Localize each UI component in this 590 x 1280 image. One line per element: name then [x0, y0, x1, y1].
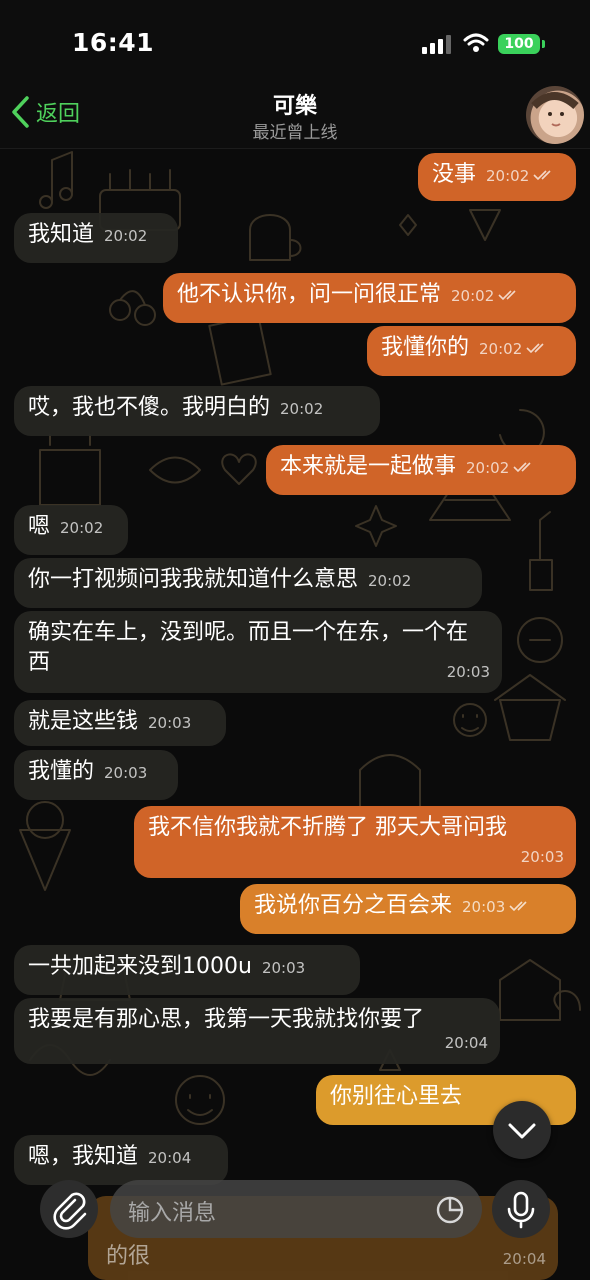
read-check-icon: [526, 343, 544, 354]
read-check-icon: [498, 290, 516, 301]
incoming-message[interactable]: 就是这些钱 20:03: [14, 700, 226, 746]
voice-record-button[interactable]: [492, 1180, 550, 1238]
incoming-message[interactable]: 我知道 20:02: [14, 213, 178, 263]
clock: 16:41: [72, 28, 155, 57]
incoming-message[interactable]: 我要是有那心思，我第一天我就找你要了 20:04: [14, 998, 500, 1064]
message-text: 我说你百分之百会来: [254, 893, 453, 918]
read-check-icon: [513, 462, 531, 473]
message-input-placeholder: 输入消息: [128, 1201, 217, 1226]
message-time: 20:02: [466, 459, 510, 477]
message-text: 嗯: [28, 514, 51, 539]
message-text: 你别往心里去: [330, 1084, 463, 1109]
message-text: 一共加起来没到1000u: [28, 954, 252, 979]
outgoing-message[interactable]: 他不认识你，问一问很正常 20:02: [163, 273, 576, 323]
message-text: 确实在车上，没到呢。而且一个在东，一个在西: [28, 620, 469, 675]
contact-name[interactable]: 可樂: [0, 88, 590, 120]
incoming-message[interactable]: 哎，我也不傻。我明白的 20:02: [14, 386, 380, 436]
signal-icon: [422, 35, 451, 54]
message-text: 本来就是一起做事: [280, 454, 457, 479]
message-time: 20:04: [444, 1034, 488, 1052]
incoming-message[interactable]: 你一打视频问我我就知道什么意思 20:02: [14, 558, 482, 608]
chevron-down-icon: [508, 1123, 536, 1139]
message-time: 20:02: [60, 519, 104, 537]
last-seen-status: 最近曾上线: [252, 123, 338, 143]
message-time: 20:02: [479, 340, 523, 358]
message-time: 20:03: [446, 663, 490, 681]
sticker-icon[interactable]: [434, 1194, 466, 1226]
incoming-message[interactable]: 我懂的 20:03: [14, 750, 178, 800]
message-time: 20:02: [486, 167, 530, 185]
message-text: 他不认识你，问一问很正常: [177, 282, 442, 307]
outgoing-message[interactable]: 我懂你的 20:02: [367, 326, 576, 376]
message-text: 没事: [432, 162, 477, 187]
message-time: 20:03: [520, 848, 564, 866]
message-time: 20:02: [451, 287, 495, 305]
incoming-message[interactable]: 确实在车上，没到呢。而且一个在东，一个在西 20:03: [14, 611, 502, 693]
message-list[interactable]: 没事 20:02 我知道 20:02 他不认识你，问一问很正常 20:02 我懂你的 2…: [0, 0, 590, 1280]
message-time: 20:02: [280, 400, 324, 418]
attach-button[interactable]: [40, 1180, 98, 1238]
message-text: 嗯，我知道: [28, 1144, 139, 1169]
battery-indicator: 100: [498, 34, 545, 54]
incoming-message[interactable]: 嗯 20:02: [14, 505, 128, 555]
chat-header: 返回 可樂 最近曾上线: [0, 80, 590, 149]
message-time: 20:03: [462, 898, 506, 916]
message-text: 我要是有那心思，我第一天我就找你要了: [28, 1007, 425, 1032]
message-time: 20:02: [104, 227, 148, 245]
avatar-face-icon: [531, 92, 579, 127]
message-text: 就是这些钱: [28, 709, 139, 734]
message-text: 我懂的: [28, 759, 95, 784]
message-time: 20:03: [261, 959, 306, 977]
read-check-icon: [533, 170, 551, 181]
message-time: 20:03: [148, 714, 192, 732]
message-input[interactable]: 输入消息: [110, 1180, 482, 1238]
contact-avatar[interactable]: [526, 86, 584, 144]
paperclip-icon: [53, 1192, 87, 1230]
status-bar: 16:41 100: [0, 0, 590, 80]
microphone-icon: [507, 1191, 535, 1229]
message-text: 我不信你我就不折腾了 那天大哥问我: [148, 815, 507, 840]
outgoing-message[interactable]: 我不信你我就不折腾了 那天大哥问我 20:03: [134, 806, 576, 878]
outgoing-message[interactable]: 本来就是一起做事 20:02: [266, 445, 576, 495]
message-text: 你一打视频问我我就知道什么意思: [28, 567, 359, 592]
message-text: 哎，我也不傻。我明白的: [28, 395, 271, 420]
outgoing-message[interactable]: 我说你百分之百会来 20:03: [240, 884, 576, 934]
message-composer: 输入消息: [0, 1170, 590, 1280]
message-time: 20:02: [368, 572, 412, 590]
battery-level: 100: [504, 36, 534, 52]
message-text: 我懂你的: [381, 335, 470, 360]
message-text: 我知道: [28, 222, 95, 247]
scroll-down-button[interactable]: [493, 1101, 551, 1159]
outgoing-message[interactable]: 没事 20:02: [418, 153, 576, 201]
read-check-icon: [509, 901, 527, 912]
incoming-message[interactable]: 一共加起来没到1000u 20:03: [14, 945, 360, 995]
message-time: 20:04: [148, 1149, 192, 1167]
message-time: 20:03: [104, 764, 148, 782]
wifi-icon: [463, 33, 489, 52]
